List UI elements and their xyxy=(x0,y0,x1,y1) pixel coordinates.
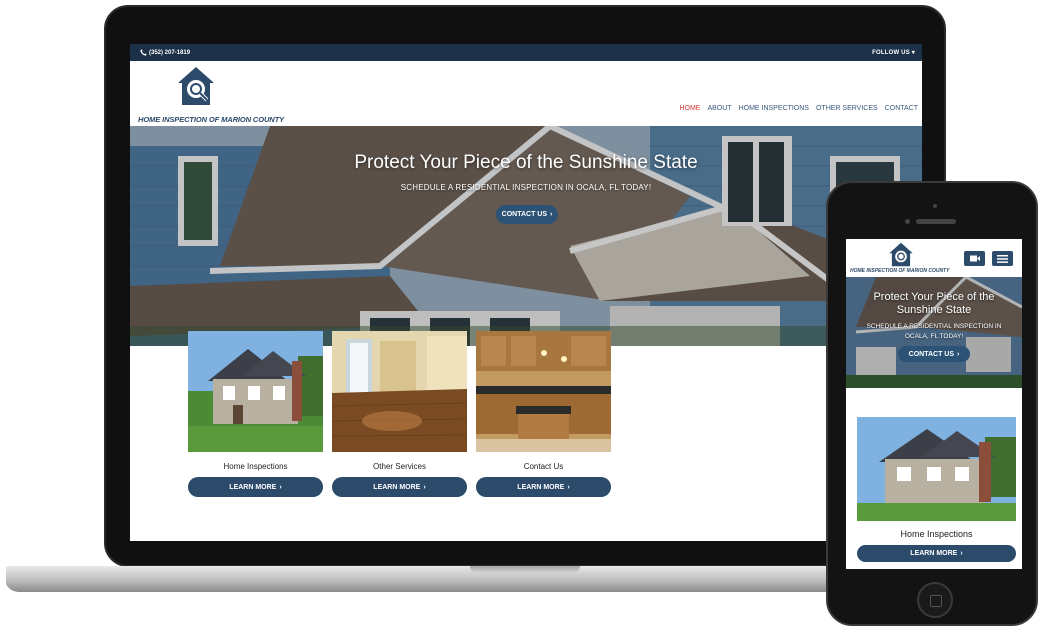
phone-icon xyxy=(140,49,147,56)
video-icon xyxy=(969,255,980,262)
contact-us-label: CONTACT US xyxy=(908,350,955,358)
follow-us-label: FOLLOW US xyxy=(872,50,910,56)
nav-home-inspections[interactable]: HOME INSPECTIONS xyxy=(739,105,809,112)
learn-more-label: LEARN MORE xyxy=(910,550,958,557)
logo-text: HOME INSPECTION OF MARION COUNTY xyxy=(138,115,284,124)
laptop-notch xyxy=(470,566,580,573)
chevron-right-icon: › xyxy=(960,550,963,557)
mobile-card-label: Home Inspections xyxy=(900,529,973,539)
follow-us-menu[interactable]: FOLLOW US ▾ xyxy=(872,49,915,56)
nav-other-services[interactable]: OTHER SERVICES xyxy=(816,105,878,112)
hero-title: Protect Your Piece of the Sunshine State xyxy=(354,152,698,173)
chevron-down-icon: ▾ xyxy=(911,50,915,56)
nav-about[interactable]: ABOUT xyxy=(707,105,731,112)
learn-more-label: LEARN MORE xyxy=(373,483,421,491)
learn-more-button[interactable]: LEARN MORE › xyxy=(332,477,467,497)
mobile-logo-text: HOME INSPECTION OF MARION COUNTY xyxy=(850,268,950,274)
phone-number: (352) 207-1819 xyxy=(149,49,191,56)
chevron-right-icon: › xyxy=(423,483,426,491)
mobile-learn-more-button[interactable]: LEARN MORE › xyxy=(857,545,1016,562)
house-magnifier-logo-icon xyxy=(178,67,214,105)
phone-sensor xyxy=(905,219,910,224)
mobile-hero-subtitle: SCHEDULE A RESIDENTIAL INSPECTION IN OCA… xyxy=(866,323,1002,340)
phone-link[interactable]: (352) 207-1819 xyxy=(140,49,190,56)
card-label: Other Services xyxy=(373,462,426,471)
menu-icon xyxy=(997,254,1008,263)
service-cards: Home Inspections LEARN MORE › Other Serv… xyxy=(188,331,611,497)
chevron-right-icon: › xyxy=(957,350,960,358)
chevron-right-icon: › xyxy=(279,483,282,491)
menu-button[interactable] xyxy=(992,251,1013,266)
phone-speaker xyxy=(916,219,956,224)
house-magnifier-logo-icon xyxy=(889,242,913,267)
nav-contact[interactable]: CONTACT xyxy=(885,105,918,112)
site-header: HOME INSPECTION OF MARION COUNTY HOME AB… xyxy=(130,61,922,126)
card-other-services: Other Services LEARN MORE › xyxy=(332,331,467,497)
mobile-card-home-inspections: Home Inspections LEARN MORE › xyxy=(857,417,1016,562)
mobile-contact-us-button[interactable]: CONTACT US › xyxy=(898,346,970,362)
kitchen-image[interactable] xyxy=(476,331,611,452)
interior-floor-image[interactable] xyxy=(332,331,467,452)
learn-more-label: LEARN MORE xyxy=(517,483,565,491)
phone-camera xyxy=(933,204,937,208)
laptop-base xyxy=(6,566,856,592)
phone-home-button[interactable] xyxy=(917,582,953,618)
chevron-right-icon: › xyxy=(550,211,553,218)
contact-us-label: CONTACT US xyxy=(501,211,548,218)
learn-more-button[interactable]: LEARN MORE › xyxy=(188,477,323,497)
hero-banner: Protect Your Piece of the Sunshine State… xyxy=(130,126,922,346)
learn-more-label: LEARN MORE xyxy=(229,483,277,491)
video-button[interactable] xyxy=(964,251,985,266)
card-contact-us: Contact Us LEARN MORE › xyxy=(476,331,611,497)
mobile-home-exterior-image[interactable] xyxy=(857,417,1016,521)
home-exterior-image[interactable] xyxy=(188,331,323,452)
hero-subtitle: SCHEDULE A RESIDENTIAL INSPECTION IN OCA… xyxy=(400,183,652,192)
main-nav: HOME ABOUT HOME INSPECTIONS OTHER SERVIC… xyxy=(679,105,918,112)
phone-screen: HOME INSPECTION OF MARION COUNTY Protect… xyxy=(846,239,1022,569)
device-mockup-stage: (352) 207-1819 FOLLOW US ▾ HOME INSPECTI… xyxy=(0,0,1039,629)
mobile-hero-banner: Protect Your Piece of the Sunshine State… xyxy=(846,277,1022,388)
contact-us-button[interactable]: CONTACT US › xyxy=(496,205,558,224)
card-label: Home Inspections xyxy=(223,462,288,471)
top-bar: (352) 207-1819 FOLLOW US ▾ xyxy=(130,44,922,61)
site-logo[interactable]: HOME INSPECTION OF MARION COUNTY xyxy=(138,65,284,124)
card-label: Contact Us xyxy=(523,462,564,471)
chevron-right-icon: › xyxy=(567,483,570,491)
learn-more-button[interactable]: LEARN MORE › xyxy=(476,477,611,497)
nav-home[interactable]: HOME xyxy=(679,105,700,112)
mobile-header: HOME INSPECTION OF MARION COUNTY xyxy=(846,239,1022,277)
mobile-hero-title: Protect Your Piece of the Sunshine State xyxy=(873,291,995,316)
card-home-inspections: Home Inspections LEARN MORE › xyxy=(188,331,323,497)
